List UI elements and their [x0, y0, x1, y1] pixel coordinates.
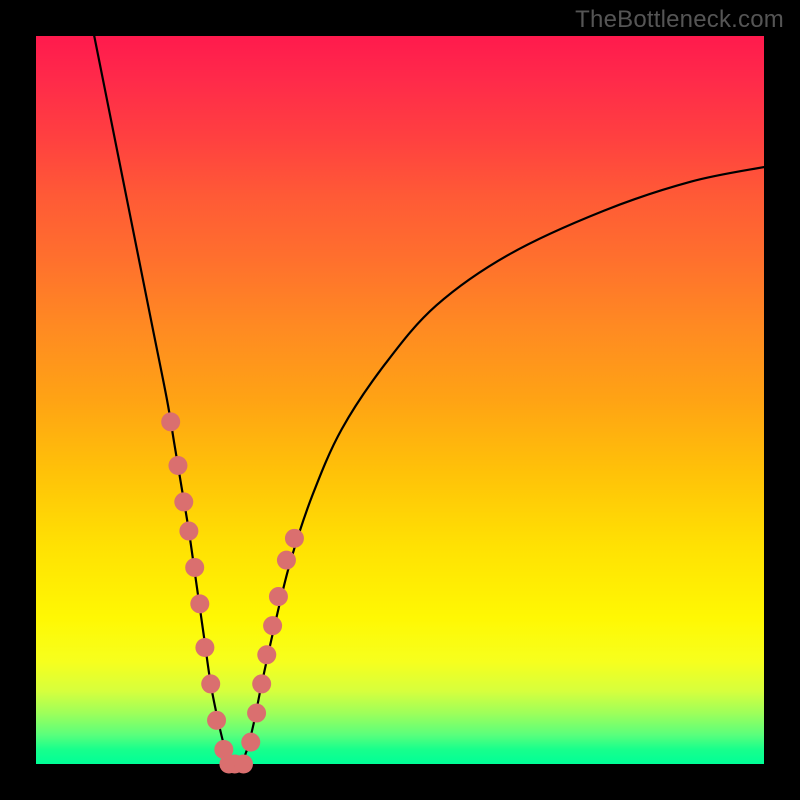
data-marker: [252, 674, 271, 693]
data-marker: [161, 412, 180, 431]
data-marker: [185, 558, 204, 577]
data-marker: [269, 587, 288, 606]
data-marker: [234, 755, 253, 774]
data-marker: [285, 529, 304, 548]
data-marker: [207, 711, 226, 730]
data-marker: [201, 674, 220, 693]
data-marker: [277, 551, 296, 570]
data-marker: [179, 522, 198, 541]
data-marker: [168, 456, 187, 475]
data-marker: [263, 616, 282, 635]
plot-area: [36, 36, 764, 764]
marker-group: [161, 412, 304, 773]
data-marker: [241, 733, 260, 752]
watermark-text: TheBottleneck.com: [575, 6, 784, 34]
data-marker: [257, 645, 276, 664]
bottleneck-curve: [94, 36, 764, 766]
data-marker: [190, 594, 209, 613]
data-marker: [174, 492, 193, 511]
chart-frame: TheBottleneck.com: [0, 0, 800, 800]
data-marker: [195, 638, 214, 657]
data-marker: [247, 704, 266, 723]
chart-svg: [36, 36, 764, 764]
